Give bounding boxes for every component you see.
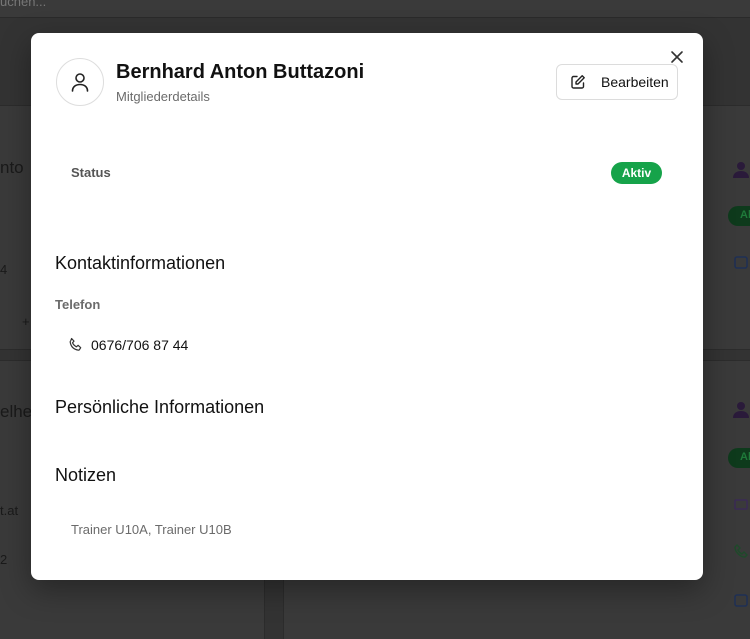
phone-icon — [734, 544, 748, 558]
background-text: t.at — [0, 503, 19, 518]
background-text: nto — [0, 158, 24, 177]
status-badge: Aktiv — [611, 162, 662, 184]
edit-icon — [571, 75, 585, 89]
notes-section-title: Notizen — [55, 465, 117, 485]
phone-label: Telefon — [55, 297, 101, 312]
avatar — [56, 58, 104, 106]
background-text: 4 — [0, 262, 8, 277]
personal-section-title: Persönliche Informationen — [55, 397, 265, 417]
dialog-subtitle: Mitgliederdetails — [116, 89, 210, 104]
member-name: Bernhard Anton Buttazoni — [116, 61, 365, 83]
notes-text: Trainer U10A, Trainer U10B — [71, 522, 232, 537]
user-icon — [71, 73, 89, 92]
mail-icon — [734, 499, 748, 510]
background-text: + — [22, 314, 30, 329]
background-text: 2 — [0, 552, 8, 567]
user-icon — [733, 402, 749, 418]
background-search-input: uchen... — [0, 0, 47, 9]
calendar-icon — [734, 256, 748, 269]
phone-icon — [69, 337, 82, 351]
user-icon — [733, 162, 749, 178]
phone-row: 0676/706 87 44 — [68, 337, 188, 353]
status-label: Status — [71, 165, 111, 180]
member-details-dialog: Bernhard Anton Buttazoni Mitgliederdetai… — [31, 33, 703, 580]
edit-button-label: Bearbeiten — [601, 74, 669, 90]
contact-section-title: Kontaktinformationen — [55, 253, 226, 273]
background-topbar: uchen... — [0, 0, 750, 18]
calendar-icon — [734, 594, 748, 607]
background-text: elhe — [0, 402, 33, 421]
background-status-badge: Al — [728, 448, 750, 468]
edit-button[interactable]: Bearbeiten — [556, 64, 678, 100]
phone-value[interactable]: 0676/706 87 44 — [91, 337, 188, 353]
background-status-badge: Al — [728, 206, 750, 226]
